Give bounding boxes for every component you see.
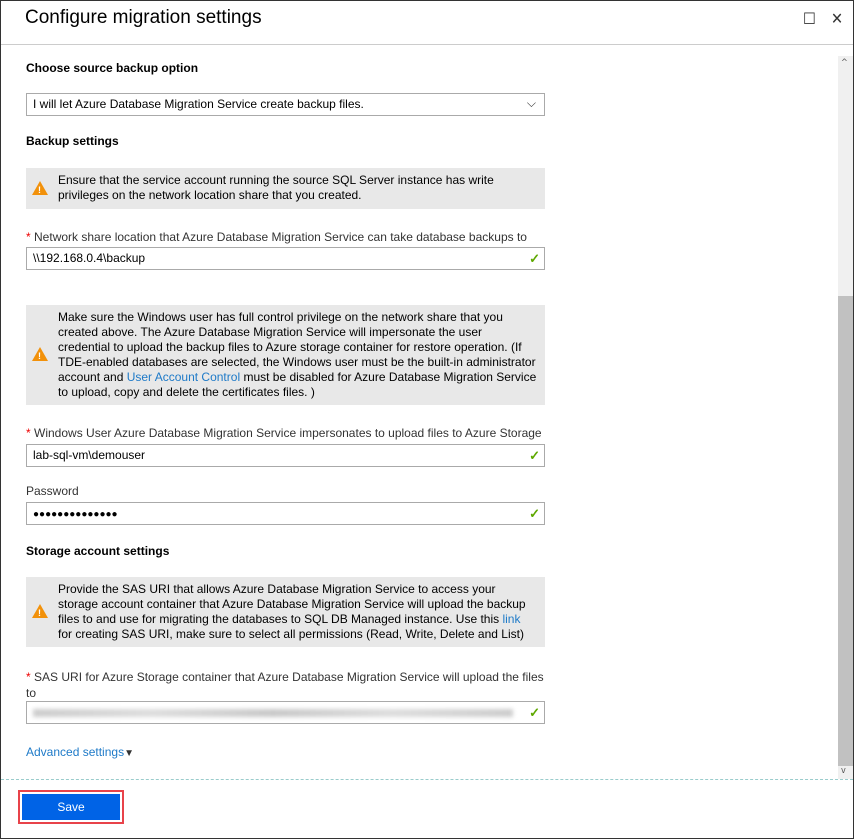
backup-option-select[interactable]: I will let Azure Database Migration Serv…: [26, 93, 545, 116]
password-label: Password: [26, 484, 79, 498]
check-icon: ✓: [529, 251, 540, 266]
user-value: lab-sql-vm\demouser: [33, 448, 146, 462]
settings-panel: Choose source backup option I will let A…: [1, 46, 837, 779]
save-highlight: Save: [18, 790, 124, 824]
scroll-up-icon[interactable]: ^: [841, 58, 848, 68]
user-label: * Windows User Azure Database Migration …: [26, 426, 542, 440]
share-input[interactable]: \\192.168.0.4\backup ✓: [26, 247, 545, 270]
footer: Save: [1, 779, 853, 839]
advanced-settings-link[interactable]: Advanced settings: [26, 745, 124, 759]
chevron-down-icon: ⌵: [526, 96, 536, 110]
user-account-control-link[interactable]: User Account Control: [127, 370, 240, 384]
scrollbar[interactable]: ^ v: [838, 56, 853, 779]
maximize-icon[interactable]: ☐: [803, 9, 816, 28]
redacted-value: [33, 709, 513, 717]
share-label: * Network share location that Azure Data…: [26, 230, 527, 244]
windows-user-input[interactable]: lab-sql-vm\demouser ✓: [26, 444, 545, 467]
warning-box: Ensure that the service account running …: [26, 168, 545, 209]
close-icon[interactable]: ✕: [831, 9, 843, 28]
storage-heading: Storage account settings: [26, 544, 170, 558]
page-title: Configure migration settings: [25, 7, 262, 28]
advanced-settings-toggle[interactable]: Advanced settings▼: [26, 744, 546, 762]
password-value: ●●●●●●●●●●●●●●: [33, 509, 118, 520]
password-input[interactable]: ●●●●●●●●●●●●●● ✓: [26, 502, 545, 525]
scroll-down-icon[interactable]: v: [841, 766, 846, 776]
warning-icon: [32, 604, 48, 621]
backup-heading: Backup settings: [26, 134, 119, 148]
check-icon: ✓: [529, 506, 540, 521]
warning-box: Make sure the Windows user has full cont…: [26, 305, 545, 405]
check-icon: ✓: [529, 448, 540, 463]
title-bar: Configure migration settings ☐ ✕: [1, 1, 853, 45]
scrollbar-thumb[interactable]: [838, 296, 853, 766]
check-icon: ✓: [529, 705, 540, 720]
source-heading: Choose source backup option: [26, 61, 199, 75]
warning-text: Ensure that the service account running …: [58, 173, 494, 202]
share-value: \\192.168.0.4\backup: [33, 251, 146, 265]
backup-option-value: I will let Azure Database Migration Serv…: [33, 97, 364, 111]
warning-icon: [32, 347, 48, 364]
warning-icon: [32, 180, 48, 198]
sas-link[interactable]: link: [502, 612, 520, 626]
sas-uri-input[interactable]: ✓: [26, 701, 545, 724]
caret-down-icon: ▼: [124, 748, 134, 759]
warning-box: Provide the SAS URI that allows Azure Da…: [26, 577, 545, 647]
sas-label: * SAS URI for Azure Storage container th…: [26, 670, 544, 700]
save-button[interactable]: Save: [22, 794, 120, 820]
